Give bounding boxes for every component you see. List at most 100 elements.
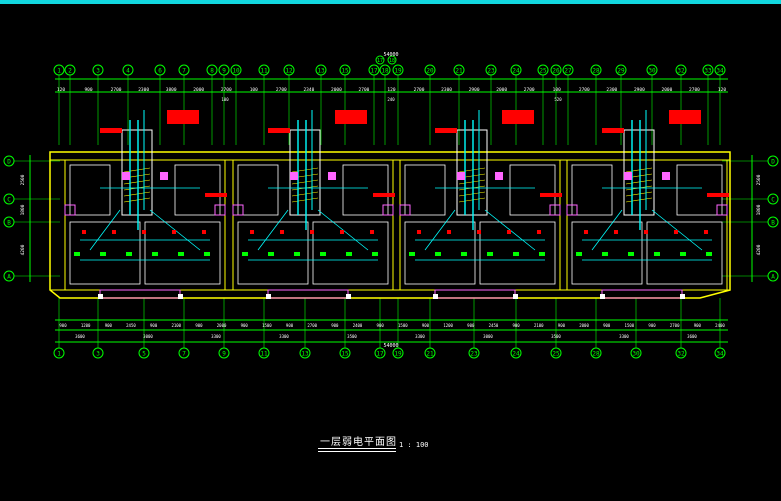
axis-label-bottom: 30 xyxy=(632,351,640,358)
dim-text-left: 2500 xyxy=(20,174,26,185)
axis-label-top: 1 xyxy=(57,68,61,75)
dim-text-top: 2340 xyxy=(303,87,314,93)
stair-tread xyxy=(291,179,319,185)
axis-label-top: 6 xyxy=(158,68,162,75)
stair-tread xyxy=(625,179,653,185)
outlet-mark xyxy=(435,252,441,256)
socket-mark xyxy=(172,230,176,234)
dim-text-right: 1800 xyxy=(756,204,762,215)
axis-label-top: 17 xyxy=(370,68,378,75)
small-note: 520 xyxy=(554,97,562,102)
dim-text-top: 2700 xyxy=(414,87,425,93)
dim-text-bottom: 900 xyxy=(331,323,339,328)
outlet-mark xyxy=(320,252,326,256)
equipment-box xyxy=(122,172,130,180)
axis-label-top: 23 xyxy=(487,68,495,75)
room-wall xyxy=(237,164,279,216)
dim-text-bottom: 900 xyxy=(241,323,249,328)
outlet-mark xyxy=(100,252,106,256)
axis-label-top: 8 xyxy=(210,68,214,75)
axis-label-top: 32 xyxy=(677,68,685,75)
label-block-red xyxy=(205,193,227,197)
dim-text-top: 2000 xyxy=(661,87,672,93)
dim-text-top: 2300 xyxy=(606,87,617,93)
dim-text-top: 2700 xyxy=(579,87,590,93)
socket-mark xyxy=(370,230,374,234)
dim-text-right: 4200 xyxy=(756,244,762,255)
outlet-mark xyxy=(242,252,248,256)
dim-text-top: 2300 xyxy=(138,87,149,93)
outlet-mark xyxy=(602,252,608,256)
axis-label-top: 21 xyxy=(455,68,463,75)
outlet-mark xyxy=(654,252,660,256)
dim-text-bottom: 2700 xyxy=(670,323,680,328)
axis-label-top: 25 xyxy=(539,68,547,75)
balcony-post xyxy=(600,294,605,299)
dim-text-bottom: 900 xyxy=(59,323,67,328)
axis-label-bottom: 32 xyxy=(677,351,685,358)
socket-mark xyxy=(250,230,254,234)
balcony xyxy=(434,289,516,299)
outlet-mark xyxy=(628,252,634,256)
stair-tread xyxy=(291,191,319,197)
outlet-mark xyxy=(126,252,132,256)
axis-label-top: 17 xyxy=(377,58,383,64)
axis-label-bottom: 13 xyxy=(301,351,309,358)
axis-label-top: 29 xyxy=(617,68,625,75)
socket-mark xyxy=(142,230,146,234)
label-block-red xyxy=(100,128,122,133)
axis-label-top: 19 xyxy=(394,68,402,75)
room-wall xyxy=(342,164,389,216)
stair-tread xyxy=(458,167,486,173)
socket-mark xyxy=(447,230,451,234)
axis-label-top: 28 xyxy=(592,68,600,75)
axis-label-top: 15 xyxy=(341,68,349,75)
small-note: 100 xyxy=(221,97,229,102)
equipment-box xyxy=(328,172,336,180)
axis-label-bottom: 5 xyxy=(142,351,146,358)
dim-text-bottom-major: 3500 xyxy=(347,334,357,339)
stair-tread xyxy=(625,191,653,197)
dim-text-top: 2700 xyxy=(221,87,232,93)
balcony-post xyxy=(178,294,183,299)
socket-mark xyxy=(477,230,481,234)
axis-label-top: 10 xyxy=(232,68,240,75)
label-block-red xyxy=(268,128,290,133)
socket-mark xyxy=(82,230,86,234)
label-block-red xyxy=(435,128,457,133)
dim-text-bottom: 900 xyxy=(648,323,656,328)
axis-label-top: 12 xyxy=(285,68,293,75)
socket-mark xyxy=(280,230,284,234)
dim-text-top: 2700 xyxy=(359,87,370,93)
equipment-box xyxy=(495,172,503,180)
axis-label-bottom: 24 xyxy=(512,351,520,358)
stair-tread xyxy=(625,197,653,203)
room-wall xyxy=(571,164,613,216)
axis-label-top: 26 xyxy=(552,68,560,75)
socket-mark xyxy=(340,230,344,234)
socket-mark xyxy=(644,230,648,234)
axis-label-right: A xyxy=(771,274,775,281)
dim-text-bottom: 2100 xyxy=(534,323,544,328)
balcony-post xyxy=(433,294,438,299)
axis-label-top: 4 xyxy=(126,68,130,75)
axis-label-right: B xyxy=(771,220,775,227)
small-note: 240 xyxy=(387,97,395,102)
room-wall xyxy=(174,164,221,216)
dim-text-bottom: 2100 xyxy=(171,323,181,328)
dim-text-bottom: 900 xyxy=(467,323,475,328)
dim-text-top: 100 xyxy=(250,87,258,93)
dim-text-bottom-major: 3300 xyxy=(415,334,425,339)
balcony-post xyxy=(346,294,351,299)
dim-text-top: 2900 xyxy=(634,87,645,93)
dim-text-top: 120 xyxy=(718,87,726,93)
axis-label-top: 2 xyxy=(68,68,72,75)
dim-text-bottom: 2400 xyxy=(715,323,725,328)
outlet-mark xyxy=(372,252,378,256)
socket-mark xyxy=(112,230,116,234)
dim-text-bottom: 1500 xyxy=(398,323,408,328)
stair-tread xyxy=(291,197,319,203)
outlet-mark xyxy=(204,252,210,256)
balcony-post xyxy=(513,294,518,299)
axis-label-bottom: 1 xyxy=(57,351,61,358)
